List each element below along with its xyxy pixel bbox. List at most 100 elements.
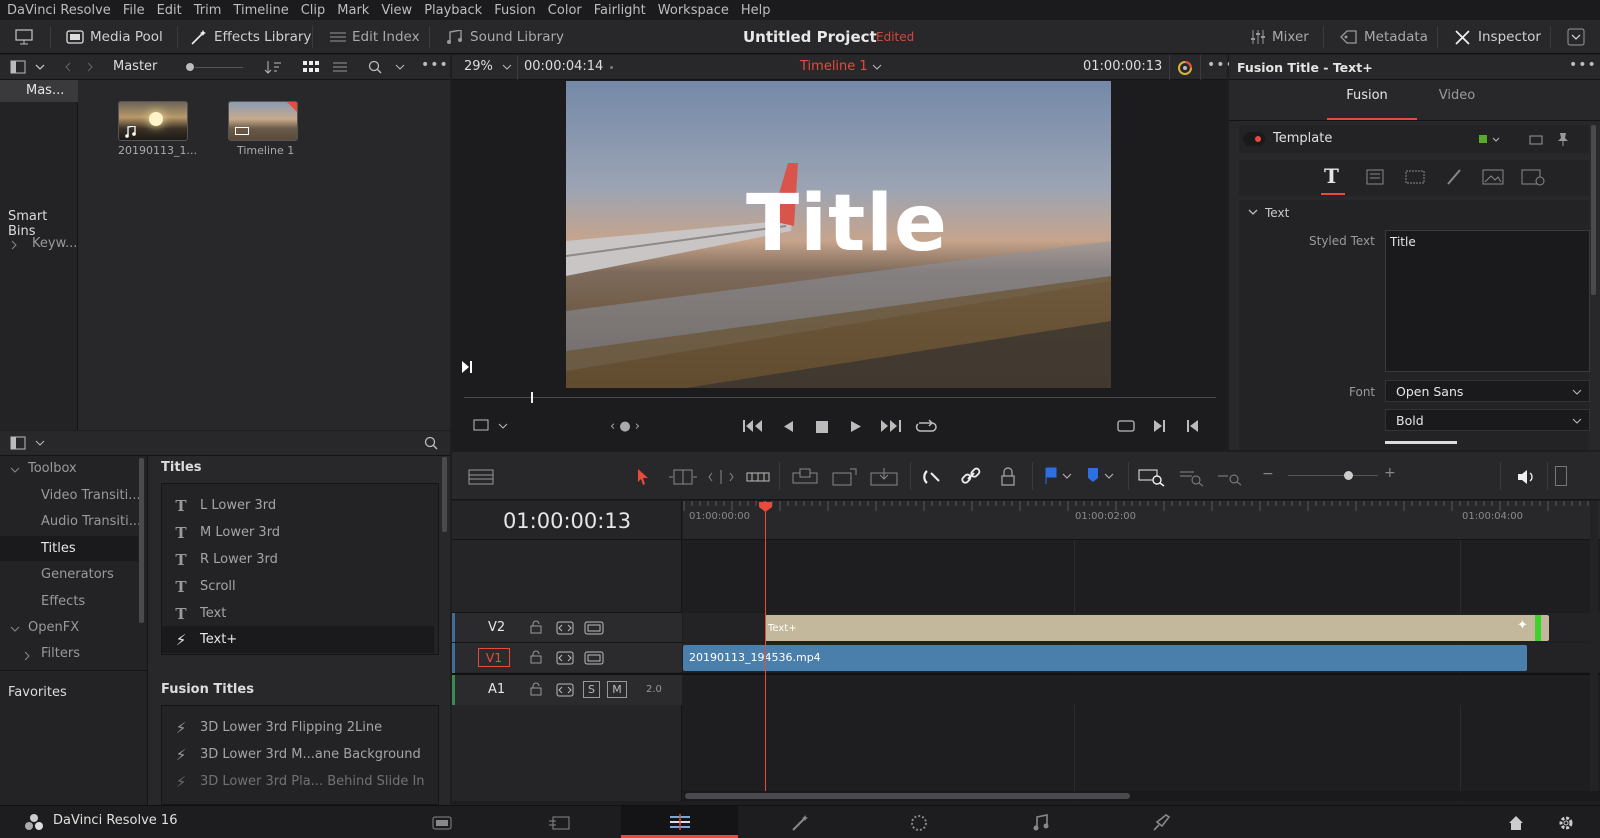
tab-video[interactable]: Video (1412, 88, 1502, 103)
inspector-button[interactable]: Inspector (1454, 20, 1541, 54)
menu-item-fairlight[interactable]: Fairlight (594, 3, 646, 18)
settings-gear-icon[interactable] (1557, 814, 1575, 832)
custom-zoom-icon[interactable] (1216, 467, 1244, 487)
pin-icon[interactable] (1557, 132, 1569, 146)
speaker-icon[interactable] (1516, 468, 1536, 486)
next-edit-icon[interactable] (1153, 419, 1167, 433)
openfx-chevron-icon[interactable] (10, 626, 20, 632)
fairlight-page-icon[interactable] (1032, 814, 1050, 832)
blade-tool-icon[interactable] (746, 469, 770, 485)
playhead-handle-icon[interactable] (758, 501, 773, 513)
replace-clip-icon[interactable] (870, 467, 900, 487)
effects-tree-scrollbar[interactable] (139, 458, 144, 623)
toolbox-node[interactable]: Toolbox (28, 461, 77, 476)
track-lock-icon[interactable] (530, 620, 542, 634)
zoom-in-icon[interactable]: + (1384, 465, 1396, 481)
menu-item-view[interactable]: View (381, 3, 412, 18)
effects-panel-toggle-icon[interactable] (10, 436, 26, 450)
zoom-slider-handle[interactable] (1344, 471, 1353, 480)
tab-fusion[interactable]: Fusion (1322, 88, 1412, 103)
viewer-scrubber[interactable] (464, 397, 1216, 398)
snapping-icon[interactable] (922, 467, 944, 487)
zoom-level[interactable]: 29% (464, 59, 493, 74)
full-extent-zoom-icon[interactable] (1138, 467, 1166, 487)
effects-library-button[interactable]: Effects Library (190, 20, 311, 54)
panel-toggle-icon[interactable] (10, 60, 26, 74)
position-lock-icon[interactable] (1000, 467, 1016, 487)
zoom-slider[interactable] (1288, 475, 1378, 476)
timeline-playhead[interactable] (765, 501, 766, 791)
layout-tool-icon[interactable] (1363, 168, 1385, 186)
match-frame-icon[interactable] (1116, 418, 1136, 434)
view-options-chevron-icon[interactable] (498, 423, 508, 429)
sort-icon[interactable] (264, 60, 282, 74)
openfx-node[interactable]: OpenFX (28, 620, 79, 635)
clip-color-swatch[interactable] (1479, 135, 1487, 143)
color-wheel-icon[interactable] (1176, 59, 1194, 77)
tree-video-transitions[interactable]: Video Transiti... (41, 488, 141, 503)
cut-page-icon[interactable] (548, 815, 572, 831)
deliver-page-icon[interactable] (1151, 814, 1171, 832)
reset-icon[interactable] (1529, 133, 1543, 145)
shading-brush-icon[interactable] (1444, 167, 1464, 187)
chevron-down-icon[interactable] (35, 64, 45, 70)
play-icon[interactable] (850, 420, 862, 433)
font-style-dropdown[interactable]: Bold (1385, 409, 1590, 431)
auto-select-icon[interactable] (556, 683, 574, 697)
effects-chevron-down-icon[interactable] (35, 440, 45, 446)
font-dropdown[interactable]: Open Sans (1385, 380, 1590, 402)
menu-item-trim[interactable]: Trim (194, 3, 222, 18)
title-item-text[interactable]: T Text (162, 600, 434, 627)
title-item-l-lower-3rd[interactable]: T L Lower 3rd (162, 492, 434, 519)
dynamic-trim-icon[interactable] (708, 468, 734, 486)
timeline-chevron-icon[interactable] (872, 64, 882, 70)
image-tool-icon[interactable] (1481, 168, 1505, 186)
mixer-button[interactable]: Mixer (1250, 20, 1309, 54)
clip-text-plus[interactable]: Text+ ✦ (765, 615, 1549, 641)
timeline-scrollbar[interactable] (685, 793, 1130, 799)
settings-tool-icon[interactable] (1520, 168, 1546, 186)
track-lock-icon[interactable] (530, 682, 542, 696)
linked-selection-icon[interactable] (960, 467, 982, 487)
tree-generators[interactable]: Generators (41, 567, 114, 582)
menu-item-workspace[interactable]: Workspace (658, 3, 729, 18)
search-icon[interactable] (368, 60, 382, 74)
flag-chevron-icon[interactable] (1062, 473, 1072, 479)
menu-item-davinci-resolve[interactable]: DaVinci Resolve (7, 3, 111, 18)
insert-clip-icon[interactable] (792, 467, 818, 487)
scrubber-playhead[interactable] (531, 392, 533, 403)
workspace-toggle-icon[interactable] (15, 20, 33, 54)
title-item-r-lower-3rd[interactable]: T R Lower 3rd (162, 546, 434, 573)
play-reverse-icon[interactable] (782, 420, 794, 433)
home-icon[interactable] (1507, 814, 1525, 832)
trim-tool-icon[interactable] (668, 468, 698, 486)
fusion-page-icon[interactable] (790, 814, 812, 832)
edit-index-button[interactable]: Edit Index (330, 20, 420, 54)
timeline-vscroll[interactable] (1590, 501, 1598, 791)
back-arrow-icon[interactable] (64, 62, 72, 72)
tree-effects[interactable]: Effects (41, 594, 85, 609)
menu-item-mark[interactable]: Mark (337, 3, 369, 18)
keywords-bin[interactable]: Keyw... (32, 236, 77, 251)
jump-to-start-icon[interactable] (742, 419, 764, 433)
marker-chevron-icon[interactable] (1104, 473, 1114, 479)
menu-item-file[interactable]: File (123, 3, 145, 18)
clip-video[interactable]: 20190113_194536.mp4 (683, 645, 1527, 671)
sound-library-button[interactable]: Sound Library (446, 20, 564, 54)
color-page-icon[interactable] (909, 814, 929, 832)
effects-search-icon[interactable] (424, 436, 438, 450)
toolbox-chevron-icon[interactable] (10, 467, 20, 473)
chevron-right-icon[interactable] (11, 240, 17, 250)
fusion-title-item[interactable]: ⚡ 3D Lower 3rd Flipping 2Line (162, 714, 434, 741)
menu-item-fusion[interactable]: Fusion (494, 3, 536, 18)
menu-item-timeline[interactable]: Timeline (233, 3, 288, 18)
menu-item-clip[interactable]: Clip (301, 3, 326, 18)
transform-tool-icon[interactable] (1403, 168, 1427, 186)
zoom-chevron-icon[interactable] (502, 64, 512, 70)
stop-icon[interactable] (815, 420, 829, 434)
title-item-scroll[interactable]: T Scroll (162, 573, 434, 600)
media-pool-button[interactable]: Media Pool (66, 20, 163, 54)
inspector-options-icon[interactable]: ••• (1569, 57, 1597, 73)
filters-chevron-icon[interactable] (24, 651, 30, 661)
thumb-size-slider[interactable] (195, 67, 243, 68)
